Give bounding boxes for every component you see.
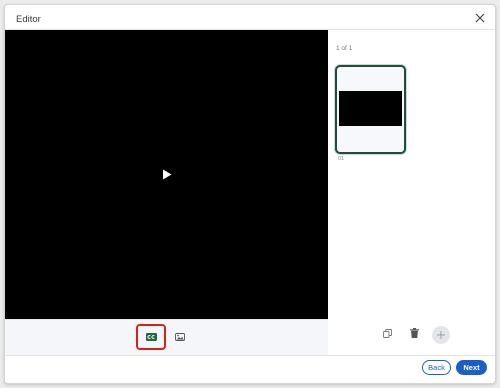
scene-thumbnail[interactable] (335, 65, 406, 154)
thumbnail-image-button[interactable] (173, 330, 187, 344)
footer-divider (5, 355, 495, 356)
play-button[interactable] (160, 167, 174, 181)
captions-button[interactable] (136, 324, 166, 350)
trash-icon (409, 328, 419, 338)
play-icon (163, 169, 172, 179)
plus-icon (437, 331, 445, 339)
close-button[interactable] (472, 10, 488, 26)
image-icon (175, 333, 185, 341)
add-scene-button[interactable] (432, 326, 450, 344)
video-preview[interactable] (5, 30, 328, 319)
close-icon (475, 13, 485, 23)
dialog-title: Editor (16, 14, 41, 25)
scenes-panel: 1 of 1 01 (328, 30, 495, 355)
back-button[interactable]: Back (422, 360, 451, 375)
page-count: 1 of 1 (336, 45, 353, 52)
editor-dialog: Editor 1 of 1 01 Back Next (4, 4, 496, 384)
delete-button[interactable] (407, 326, 421, 340)
duplicate-button[interactable] (380, 326, 394, 340)
media-toolbar (5, 319, 328, 356)
thumbnail-preview (339, 91, 402, 126)
next-button[interactable]: Next (456, 360, 487, 375)
thumbnail-label: 01 (338, 156, 345, 162)
duplicate-icon (382, 328, 392, 338)
closed-captions-icon (145, 333, 157, 341)
